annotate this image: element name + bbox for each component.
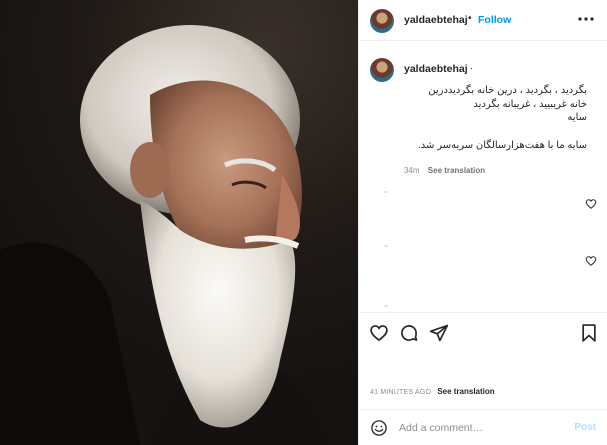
separator-dot: • (468, 13, 472, 24)
action-bar (359, 312, 607, 352)
avatar[interactable] (370, 9, 394, 33)
post-side-panel: yaldaebtehaj • Follow yaldaebtehaj . بگر… (358, 0, 607, 445)
caption-meta: 34m See translation (404, 166, 485, 175)
caption-age: 34m (404, 166, 420, 175)
caption-line: خانه غریبیید ، غریبانه بگردید (473, 99, 587, 110)
caption-username[interactable]: yaldaebtehaj (404, 63, 468, 75)
caption-dot: . (470, 61, 473, 72)
caption-see-translation[interactable]: See translation (428, 166, 485, 175)
heart-icon[interactable] (369, 323, 389, 343)
post-timestamp: 41 MINUTES AGO See translation (370, 387, 495, 396)
heart-small-icon[interactable] (585, 198, 597, 210)
heart-small-icon[interactable] (585, 255, 597, 267)
comment-input[interactable] (399, 420, 559, 436)
comment-bar: Post (359, 409, 607, 445)
post-photo[interactable] (0, 0, 358, 445)
follow-button[interactable]: Follow (478, 14, 511, 26)
comment-placeholder (384, 245, 388, 247)
bookmark-icon[interactable] (579, 323, 599, 343)
caption-avatar[interactable] (370, 58, 394, 82)
timestamp-text: 41 MINUTES AGO (370, 389, 432, 396)
post-button[interactable]: Post (574, 422, 596, 433)
username[interactable]: yaldaebtehaj (404, 14, 468, 26)
portrait-image (0, 25, 330, 445)
smiley-icon[interactable] (370, 419, 388, 437)
more-horizontal-icon[interactable] (578, 10, 594, 28)
caption-line: بگردید ، بگردید ، درین خانه بگردیددرین (428, 85, 587, 96)
comment-bubble-icon[interactable] (399, 323, 419, 343)
post-header: yaldaebtehaj • Follow (359, 0, 607, 41)
paper-plane-icon[interactable] (429, 323, 449, 343)
comment-placeholder (384, 305, 388, 307)
see-translation-link[interactable]: See translation (437, 387, 494, 396)
comment-placeholder (384, 191, 388, 193)
caption-line: سایه ما با هفت‌هزارسالگان سربه‌سر شد. (418, 140, 587, 151)
caption-line: سایه (567, 112, 587, 123)
